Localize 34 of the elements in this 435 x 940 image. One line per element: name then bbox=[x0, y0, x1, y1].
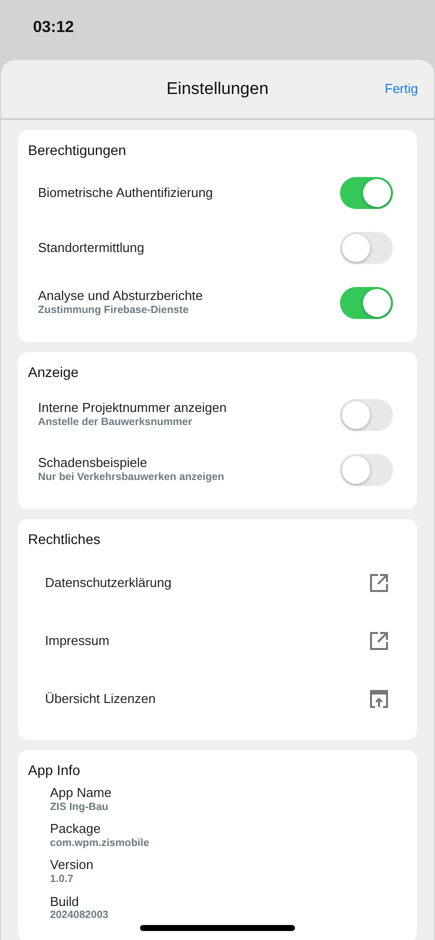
section-title: App Info bbox=[28, 761, 82, 780]
external-link-icon[interactable] bbox=[369, 631, 389, 651]
setting-label: Biometrische Authentifizierung bbox=[38, 184, 213, 200]
info-label: Package bbox=[50, 821, 101, 837]
info-value: com.wpm.zismobile bbox=[50, 836, 150, 850]
section-title: Anzeige bbox=[28, 363, 80, 382]
screen-title: Einstellungen bbox=[166, 78, 269, 100]
section-title: Berechtigungen bbox=[28, 141, 128, 160]
link-item[interactable]: Impressum bbox=[45, 631, 110, 651]
done-button[interactable]: Fertig bbox=[384, 79, 418, 99]
setting-hint: Zustimmung Firebase-Dienste bbox=[38, 304, 190, 317]
setting-label: Interne Projektnummer anzeigen bbox=[38, 400, 227, 416]
toggle-switch[interactable] bbox=[340, 454, 393, 486]
status-time: 03:12 bbox=[33, 19, 74, 36]
link-item[interactable]: Datenschutzerklärung bbox=[45, 573, 172, 593]
setting-label: Standortermittlung bbox=[38, 240, 144, 256]
setting-label: Schadensbeispiele bbox=[38, 455, 148, 471]
info-value: ZIS Ing-Bau bbox=[50, 800, 108, 814]
info-label: App Name bbox=[50, 785, 112, 801]
info-label: Build bbox=[50, 894, 79, 910]
info-value: 1.0.7 bbox=[50, 872, 74, 886]
setting-hint: Nur bei Verkehrsbauwerken anzeigen bbox=[38, 471, 224, 484]
toggle-switch[interactable] bbox=[340, 398, 393, 430]
external-link-icon[interactable] bbox=[369, 573, 389, 593]
open-window-icon[interactable] bbox=[369, 689, 389, 709]
setting-hint: Anstelle der Bauwerksnummer bbox=[38, 416, 194, 429]
setting-label: Analyse und Absturzberichte bbox=[38, 288, 203, 304]
toggle-switch[interactable] bbox=[340, 286, 393, 318]
info-value: 2024082003 bbox=[50, 909, 108, 922]
toggle-switch[interactable] bbox=[340, 232, 393, 264]
section-title: Rechtliches bbox=[28, 530, 102, 549]
toggle-switch[interactable] bbox=[340, 176, 393, 208]
info-label: Version bbox=[50, 857, 94, 873]
link-item[interactable]: Übersicht Lizenzen bbox=[45, 689, 156, 709]
